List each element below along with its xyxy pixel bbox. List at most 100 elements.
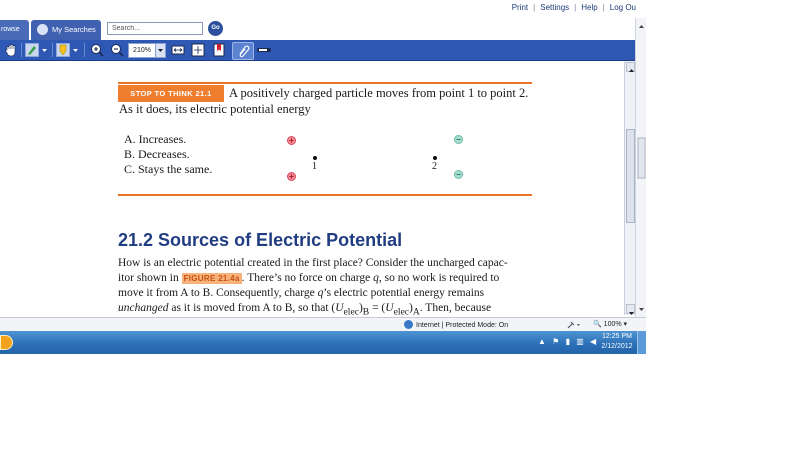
- search-icon: [37, 24, 48, 35]
- zoom-level-field[interactable]: 210%: [128, 43, 156, 58]
- chevron-down-icon[interactable]: [71, 43, 80, 57]
- point-2-dot: [433, 156, 437, 160]
- paragraph-text: ’s electric potential energy remains: [323, 287, 485, 299]
- tab-my-searches[interactable]: My Searches: [31, 20, 101, 40]
- scroll-up-button[interactable]: [626, 62, 635, 72]
- top-links: Print | Settings | Help | Log Ou: [512, 3, 636, 12]
- browser-scrollbar-track: [637, 25, 646, 311]
- link-separator: |: [533, 3, 536, 12]
- paragraph-text: = (: [369, 302, 386, 314]
- subscript: elec: [393, 306, 409, 315]
- zoom-out-icon[interactable]: [110, 43, 124, 57]
- search-input[interactable]: [107, 22, 203, 35]
- battery-icon[interactable]: ▮: [566, 337, 570, 346]
- paragraph-text: . Then, because: [419, 302, 492, 314]
- paragraph-line-4: unchanged as it is moved from A to B, so…: [118, 302, 491, 315]
- browser-scrollbar[interactable]: [635, 18, 646, 318]
- clock-time: 12:25 PM: [602, 333, 632, 340]
- system-tray: ▲ ⚑ ▮ ▥ ◀: [538, 337, 596, 346]
- screen: Print | Settings | Help | Log Ou rowse My Sear…: [0, 0, 646, 354]
- paragraph-text: . There’s no force on charge: [241, 272, 371, 284]
- subscript: A: [412, 306, 420, 315]
- flag-icon[interactable]: ⚑: [552, 337, 559, 346]
- document-page: STOP TO THINK 21.1 A positively charged …: [0, 61, 624, 315]
- option-c: C. Stays the same.: [124, 162, 213, 176]
- chevron-down-icon: [158, 49, 163, 52]
- point-1-label: 1: [312, 161, 317, 172]
- zoom-dropdown[interactable]: [155, 43, 166, 58]
- link-separator: |: [602, 3, 605, 12]
- network-icon[interactable]: ▥: [576, 337, 584, 346]
- tab-browse[interactable]: rowse: [0, 20, 29, 40]
- scroll-thumb[interactable]: [626, 129, 635, 223]
- browser-status-bar: Internet | Protected Mode: On 🔍 100% ▾: [0, 317, 646, 332]
- start-button[interactable]: [0, 335, 13, 350]
- positive-charge-top: +: [287, 136, 296, 145]
- tray-arrow-icon[interactable]: ▲: [538, 337, 546, 346]
- stop-to-think-rule-bottom: [118, 194, 532, 196]
- variable-u: U: [385, 302, 394, 314]
- toolbar-separator: [84, 43, 85, 57]
- option-b: B. Decreases.: [124, 147, 190, 161]
- show-desktop-button[interactable]: [637, 331, 646, 354]
- toolbar-separator: [21, 43, 22, 57]
- positive-charge-bottom: +: [287, 172, 296, 181]
- settings-link[interactable]: Settings: [540, 3, 569, 12]
- hand-tool-icon[interactable]: [4, 43, 18, 57]
- paragraph-line-1: How is an electric potential created in …: [118, 257, 508, 269]
- paragraph-line-2: itor shown in FIGURE 21.4a. There’s no f…: [118, 272, 499, 284]
- taskbar: ▲ ⚑ ▮ ▥ ◀ 12:25 PM 2/12/2012: [0, 331, 646, 354]
- option-a: A. Increases.: [124, 132, 187, 146]
- negative-charge-top: −: [454, 135, 463, 144]
- paragraph-line-3: move it from A to B. Consequently, charg…: [118, 287, 484, 299]
- stop-to-think-question-line1: A positively charged particle moves from…: [229, 86, 529, 100]
- stop-to-think-question-line2: As it does, its electric potential energ…: [119, 102, 311, 116]
- logout-link[interactable]: Log Ou: [610, 3, 636, 12]
- point-1-dot: [313, 156, 317, 160]
- paperclip-icon: [239, 45, 250, 58]
- zoom-status-label: 100%: [603, 321, 622, 328]
- clock[interactable]: 12:25 PM 2/12/2012: [599, 332, 635, 352]
- paragraph-text: as it is moved from A to B, so that (: [171, 302, 336, 314]
- fit-width-icon[interactable]: [171, 43, 185, 57]
- bookmark-icon[interactable]: [212, 43, 226, 57]
- toolbar-separator: [52, 43, 53, 57]
- paragraph-text: , so no work is required to: [378, 272, 500, 284]
- print-link[interactable]: Print: [512, 3, 528, 12]
- viewer-toolbar: 210%: [0, 40, 635, 61]
- subscript: elec: [343, 306, 359, 315]
- attachment-toggle-button[interactable]: [232, 42, 254, 60]
- figure-link[interactable]: FIGURE 21.4a: [181, 273, 242, 284]
- tools-icon[interactable]: [566, 320, 582, 330]
- stop-to-think-badge: STOP TO THINK 21.1: [118, 85, 224, 102]
- volume-icon[interactable]: ◀: [590, 337, 596, 346]
- chevron-down-icon[interactable]: [40, 43, 49, 57]
- globe-icon: [404, 320, 413, 329]
- scroll-down-button[interactable]: [626, 304, 635, 315]
- section-title: 21.2 Sources of Electric Potential: [118, 230, 403, 250]
- help-link[interactable]: Help: [581, 3, 597, 12]
- tab-browse-label: rowse: [1, 26, 20, 33]
- tab-my-searches-label: My Searches: [52, 25, 96, 34]
- note-pin-icon[interactable]: [56, 43, 70, 57]
- paragraph-text: move it from A to B. Consequently, charg…: [118, 287, 315, 299]
- go-button[interactable]: Go: [208, 21, 223, 36]
- pen-tool-icon[interactable]: [256, 43, 272, 57]
- zoom-in-icon[interactable]: [90, 43, 104, 57]
- emphasis-text: unchanged: [118, 302, 169, 314]
- zoom-status-icon: 🔍: [593, 321, 602, 328]
- clock-date: 2/12/2012: [601, 343, 633, 350]
- variable-u: U: [335, 302, 344, 314]
- stop-to-think-rule-top: [118, 82, 532, 84]
- paragraph-text: itor shown in: [118, 272, 179, 284]
- highlighter-icon[interactable]: [25, 43, 39, 57]
- zoom-status[interactable]: 🔍 100% ▾: [593, 320, 627, 328]
- fit-page-icon[interactable]: [191, 43, 205, 57]
- link-separator: |: [574, 3, 577, 12]
- security-zone: Internet | Protected Mode: On: [404, 320, 508, 329]
- point-2-label: 2: [432, 161, 437, 172]
- tab-row: rowse My Searches Go: [0, 18, 646, 40]
- negative-charge-bottom: −: [454, 170, 463, 179]
- top-links-bar: Print | Settings | Help | Log Ou: [0, 0, 646, 19]
- security-zone-label: Internet | Protected Mode: On: [416, 322, 509, 329]
